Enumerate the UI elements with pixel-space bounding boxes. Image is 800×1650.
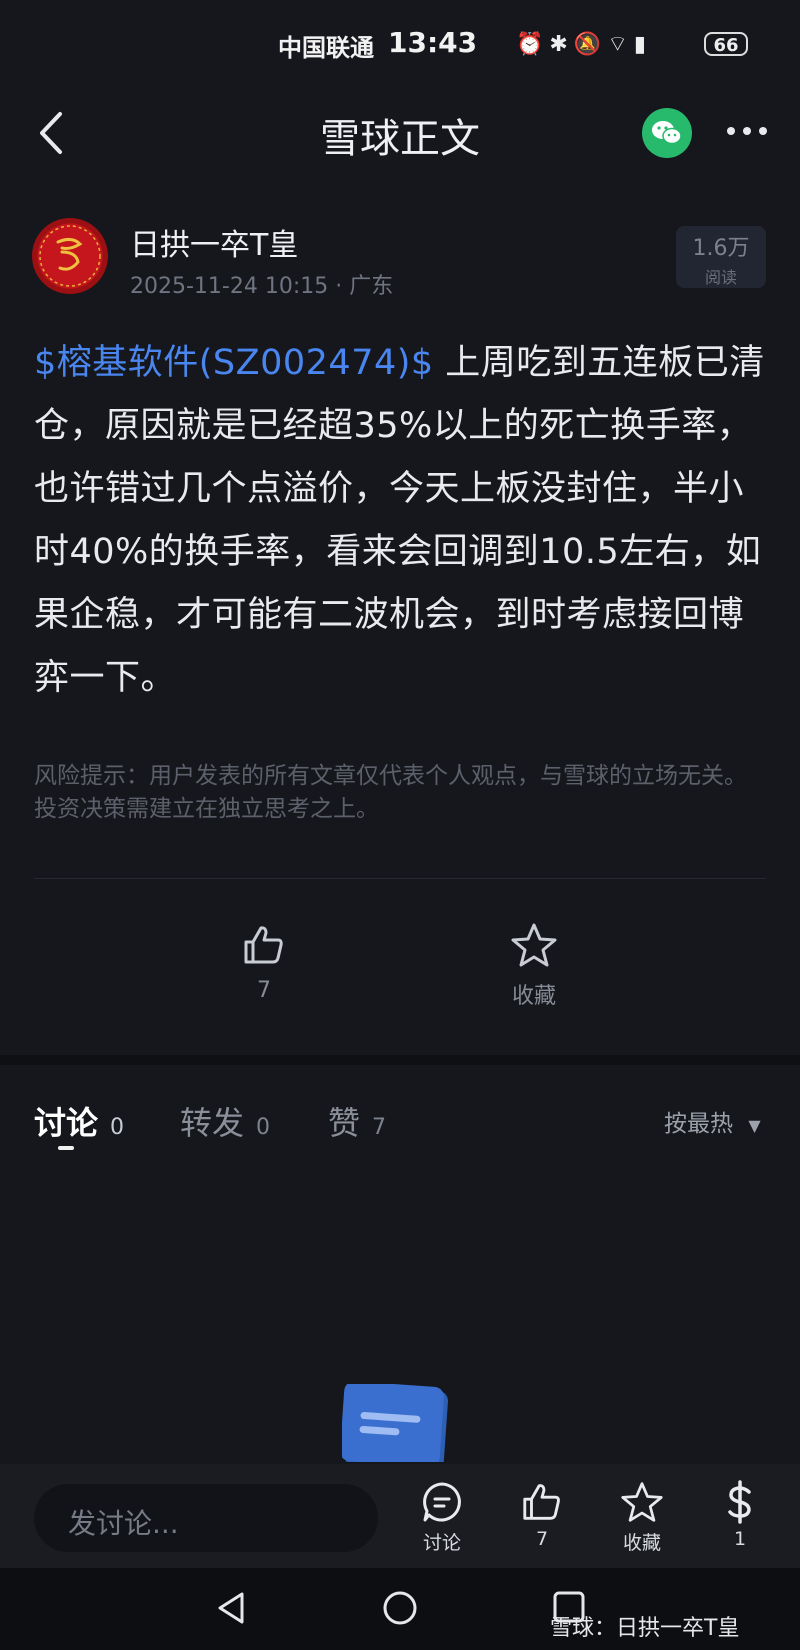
sort-label: 按最热 [664,1111,733,1137]
bottom-like-button[interactable]: 7 [502,1480,582,1550]
read-count-badge: 1.6万 阅读 [676,226,766,288]
nav-back-icon[interactable] [214,1590,250,1626]
more-icon [727,127,767,135]
tab-count: 7 [372,1115,387,1140]
more-button[interactable] [724,116,770,146]
sort-dropdown[interactable]: 按最热 ▼ [664,1104,761,1138]
risk-notice: 风险提示：用户发表的所有文章仅代表个人观点，与雪球的立场无关。投资决策需建立在独… [34,763,747,822]
read-count-label: 阅读 [704,268,737,287]
section-gap [0,1055,800,1065]
status-time: 13:43 [388,26,478,59]
bottom-like-count: 7 [535,1528,549,1550]
tab-label: 赞 [328,1104,361,1142]
thumbs-up-icon [244,926,283,964]
comment-card-icon [340,1381,448,1471]
author-avatar[interactable] [32,218,108,294]
status-bar: 中国联通 13:43 ⏰✱🔕⌔▮ 66 [0,0,800,90]
post-text: 上周吃到五连板已清仓，原因就是已经超35%以上的死亡换手率，也许错过几个点溢价，… [34,343,765,698]
star-icon [621,1482,663,1522]
favorite-label: 收藏 [511,984,556,1009]
tab-count: 0 [256,1115,271,1140]
tab-count: 0 [110,1115,125,1140]
tab-label: 转发 [180,1104,245,1142]
post-datetime: 2025-11-24 10:15 [130,274,329,299]
tab-reposts[interactable]: 转发 0 [180,1098,270,1144]
comment-input[interactable]: 发讨论... [34,1484,378,1552]
discuss-label: 讨论 [422,1532,461,1554]
thumbs-up-icon [523,1484,560,1520]
carrier-name: 中国联通 [278,34,374,62]
reward-button[interactable]: 1 [700,1480,780,1550]
post-location: 广东 [349,274,394,299]
comment-placeholder: 发讨论... [68,1507,179,1540]
status-icons: ⏰✱🔕⌔▮ [516,32,653,57]
read-count: 1.6万 [692,236,750,261]
tab-discussions[interactable]: 讨论 0 [34,1098,124,1144]
meta-separator: · [335,274,350,299]
active-tab-indicator [58,1146,74,1150]
like-button[interactable]: 7 [204,922,324,1003]
bottom-favorite-button[interactable]: 收藏 [602,1480,682,1555]
comment-icon [423,1482,461,1522]
post-body: $榕基软件(SZ002474)$ 上周吃到五连板已清仓，原因就是已经超35%以上… [34,332,766,710]
avatar-logo-icon [39,225,101,287]
star-icon [511,923,557,967]
divider [34,878,766,879]
dollar-icon [728,1480,751,1524]
bottom-favorite-label: 收藏 [622,1532,661,1554]
post-meta: 2025-11-24 10:15 · 广东 [130,268,393,300]
author-name[interactable]: 日拱一卒T皇 [130,220,298,264]
like-count: 7 [257,978,271,1003]
favorite-button[interactable]: 收藏 [474,922,594,1010]
caret-down-icon: ▼ [748,1116,761,1135]
battery-indicator: 66 [704,32,748,56]
wechat-icon [652,121,682,145]
reward-count: 1 [733,1528,747,1550]
watermark: 雪球：日拱一卒T皇 [550,1616,740,1641]
nav-home-icon[interactable] [382,1590,418,1626]
tab-label: 讨论 [34,1104,99,1142]
tab-likes[interactable]: 赞7 [328,1098,386,1144]
discuss-button[interactable]: 讨论 [402,1480,482,1555]
wechat-share-button[interactable] [642,108,692,158]
stock-tag-link[interactable]: $榕基软件(SZ002474)$ [34,343,434,383]
empty-state-illustration [340,1381,452,1471]
